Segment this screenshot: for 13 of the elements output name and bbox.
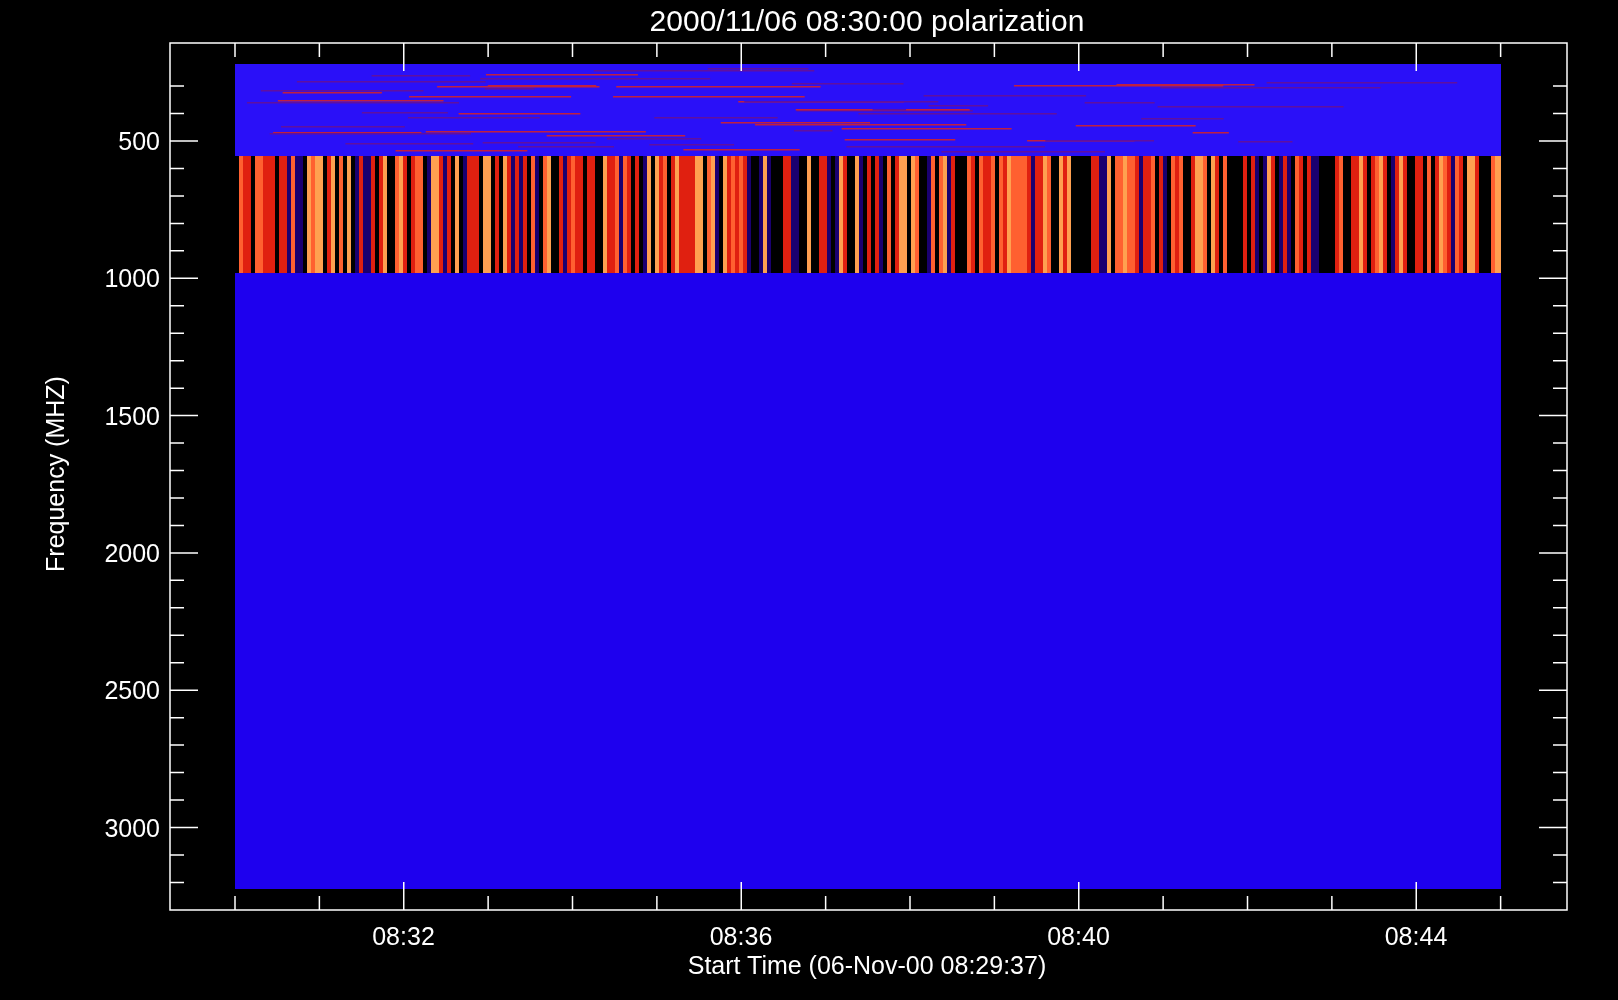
y-tick-label: 1500 xyxy=(104,401,160,430)
x-tick-label: 08:40 xyxy=(1047,922,1110,950)
x-tick-label: 08:44 xyxy=(1384,922,1448,950)
y-tick-label: 1000 xyxy=(104,264,160,293)
x-axis-label: Start Time (06-Nov-00 08:29:37) xyxy=(687,951,1047,979)
y-tick-label: 3000 xyxy=(104,813,160,842)
y-tick-label: 2500 xyxy=(104,676,160,705)
x-tick-label: 08:36 xyxy=(709,922,773,950)
y-axis-label: Frequency (MHZ) xyxy=(41,376,69,572)
y-tick-label: 2000 xyxy=(104,538,160,567)
chart-title: 2000/11/06 08:30:00 polarization xyxy=(649,4,1085,37)
y-tick-label: 500 xyxy=(118,127,160,155)
x-tick-label: 08:32 xyxy=(372,922,435,950)
